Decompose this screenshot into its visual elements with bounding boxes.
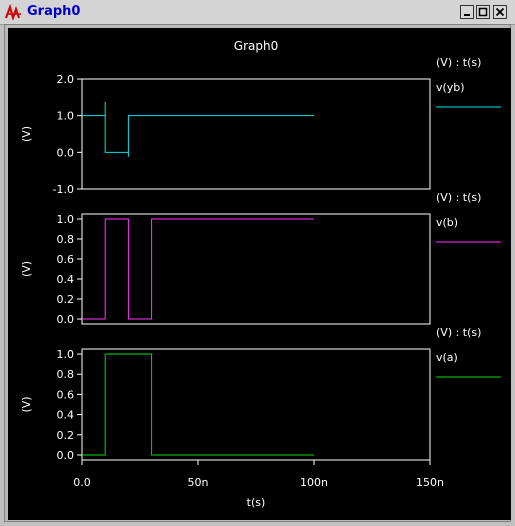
- legend-header: (V) : t(s): [436, 56, 481, 69]
- window-title: Graph0: [27, 4, 81, 19]
- y-tick-label: 1.0: [57, 348, 75, 361]
- waveform-app-icon: [5, 4, 21, 20]
- y-tick-label: -1.0: [53, 183, 74, 196]
- series-line-va: [82, 353, 314, 456]
- y-tick-label: 0.0: [57, 313, 75, 326]
- y-tick-label: 1.0: [57, 213, 75, 226]
- x-tick-label: 50n: [188, 476, 209, 489]
- graph-window: Graph0 Graph0 2.0 1.0 0.0 -1.0 (V) (V) : t(s) v…: [0, 0, 515, 526]
- maximize-button[interactable]: [476, 5, 490, 19]
- y-tick-label: 0.6: [57, 388, 75, 401]
- y-tick-label: 0.6: [57, 253, 75, 266]
- legend-label: v(b): [436, 216, 458, 229]
- close-button[interactable]: [493, 5, 507, 19]
- x-axis-label: t(s): [247, 496, 266, 509]
- legend-label: v(yb): [436, 81, 465, 94]
- y-tick-label: 0.8: [57, 368, 75, 381]
- y-tick-label: 2.0: [57, 73, 75, 86]
- y-tick-label: 0.2: [57, 293, 75, 306]
- y-tick-label: 0.2: [57, 429, 75, 442]
- x-tick-label: 150n: [416, 476, 444, 489]
- y-tick-label: 1.0: [57, 110, 75, 123]
- y-tick-label: 0.0: [57, 146, 75, 159]
- y-tick-label: 0.8: [57, 233, 75, 246]
- y-axis-label: (V): [20, 261, 33, 277]
- panel-frame-2: [81, 213, 431, 325]
- x-tick-label: 100n: [300, 476, 328, 489]
- y-tick-label: 0.0: [57, 449, 75, 462]
- y-axis-label: (V): [20, 126, 33, 142]
- series-line-vyb: [82, 101, 314, 157]
- legend-header: (V) : t(s): [436, 326, 481, 339]
- panel-frame-1: [81, 78, 431, 190]
- legend-header: (V) : t(s): [436, 191, 481, 204]
- plot-area[interactable]: Graph0 2.0 1.0 0.0 -1.0 (V) (V) : t(s) v(yb) 1.0…: [8, 28, 511, 520]
- y-tick-label: 0.4: [57, 409, 75, 422]
- minimize-button[interactable]: [460, 5, 474, 19]
- close-icon: [495, 7, 505, 17]
- y-tick-label: 0.4: [57, 273, 75, 286]
- title-bar[interactable]: Graph0: [0, 0, 515, 25]
- x-tick-label: 0.0: [73, 476, 91, 489]
- maximize-icon: [478, 7, 488, 17]
- y-axis-label: (V): [20, 396, 33, 412]
- chart-svg[interactable]: Graph0 2.0 1.0 0.0 -1.0 (V) (V) : t(s) v(yb) 1.0…: [8, 28, 511, 520]
- legend-label: v(a): [436, 351, 458, 364]
- chart-title: Graph0: [234, 39, 278, 53]
- panel-frame-3: [81, 348, 431, 461]
- minimize-icon: [464, 14, 470, 16]
- series-line-vb: [82, 218, 314, 320]
